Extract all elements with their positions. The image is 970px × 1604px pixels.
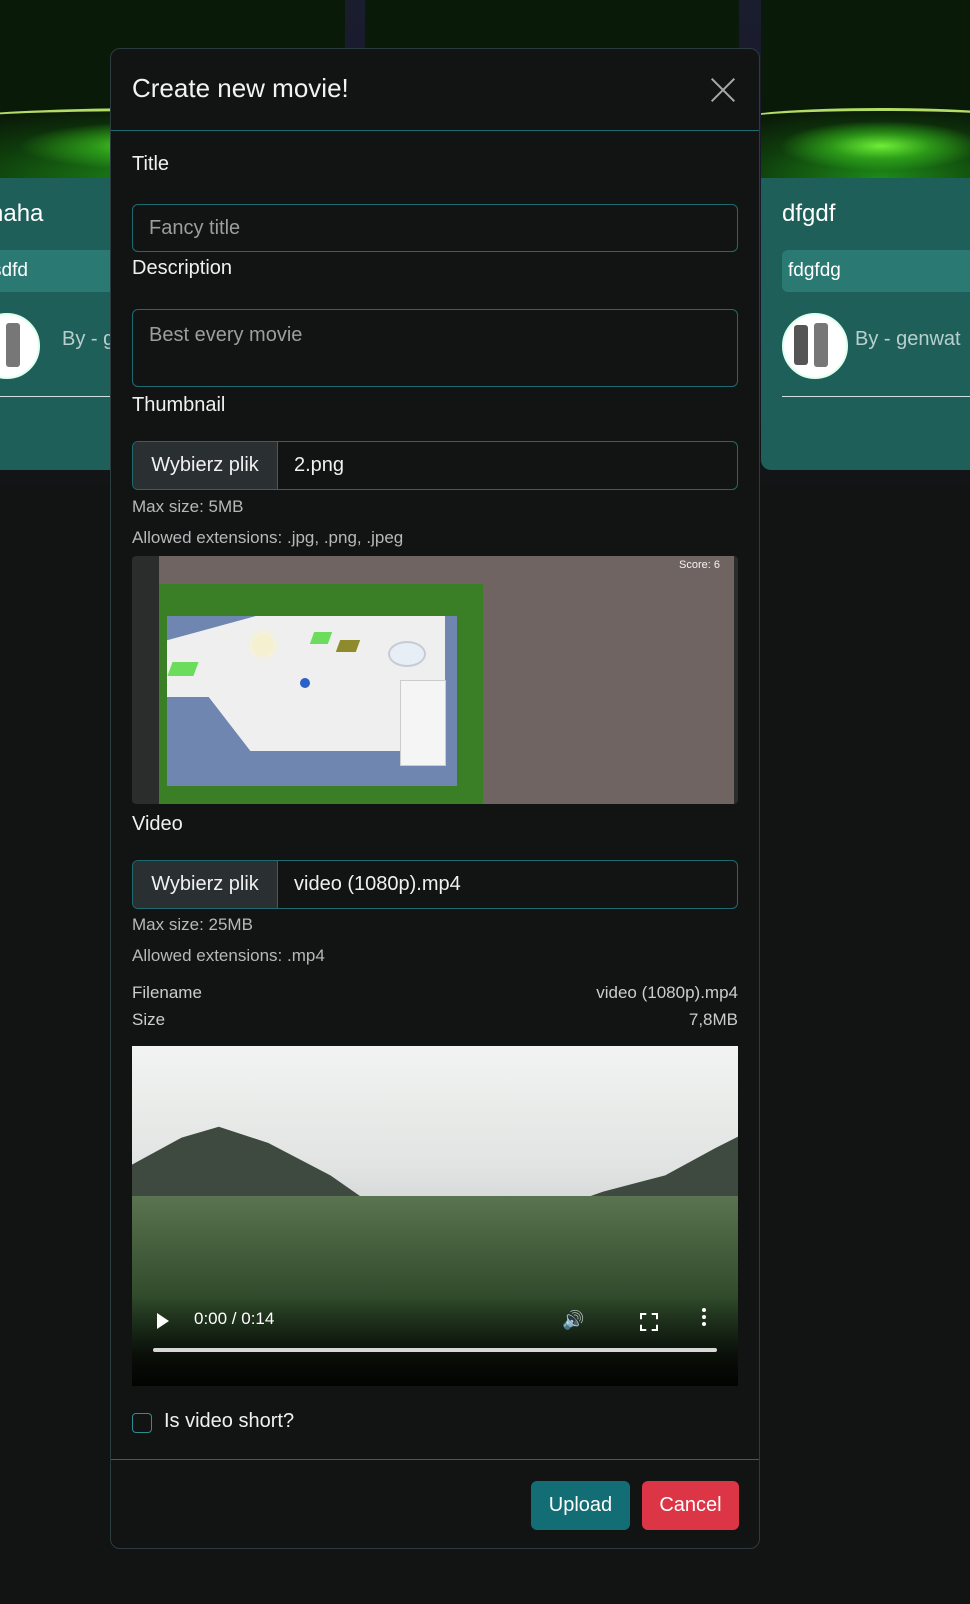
avatar [782, 313, 848, 379]
card-title: haha [0, 200, 44, 227]
thumbnail-choose-button[interactable]: Wybierz plik [133, 442, 278, 489]
title-input[interactable] [132, 204, 738, 252]
video-filename: video (1080p).mp4 [294, 873, 461, 895]
description-label: Description [132, 257, 233, 279]
meta-filename-value: video (1080p).mp4 [596, 983, 738, 1002]
meta-filename-key: Filename [132, 983, 202, 1002]
meta-size-key: Size [132, 1010, 166, 1029]
modal-footer-divider [111, 1459, 759, 1460]
volume-icon[interactable]: 🔊 [562, 1310, 584, 1332]
thumbnail-max-size: Max size: 5MB [132, 497, 244, 516]
card-title: dfgdf [782, 200, 836, 227]
description-input[interactable] [132, 309, 738, 387]
video-meta-filename: Filename video (1080p).mp4 [132, 983, 738, 1005]
create-movie-modal: Create new movie! Title Description Thum… [110, 48, 760, 1549]
thumbnail-filename: 2.png [294, 454, 345, 476]
card-tag: fdgfdg [782, 250, 970, 292]
is-short-label: Is video short? [164, 1410, 295, 1432]
video-player[interactable]: 0:00 / 0:14 🔊 [132, 1046, 738, 1386]
player-icon [300, 678, 310, 688]
close-icon[interactable] [710, 77, 736, 103]
sun-icon [252, 634, 274, 656]
thumbnail-allowed-extensions: Allowed extensions: .jpg, .png, .jpeg [132, 528, 404, 547]
modal-title: Create new movie! [132, 73, 349, 103]
meta-size-value: 7,8MB [688, 1010, 738, 1029]
video-file-input[interactable]: Wybierz plik video (1080p).mp4 [132, 860, 738, 909]
thumbnail-preview: Score: 6 [132, 556, 738, 804]
title-label: Title [132, 153, 170, 175]
modal-header: Create new movie! [111, 49, 759, 131]
card-byline: By - genwat [855, 328, 961, 350]
avatar [0, 313, 40, 379]
video-seek-bar[interactable] [153, 1348, 717, 1352]
orb-icon [388, 641, 426, 667]
video-max-size: Max size: 25MB [132, 915, 253, 934]
more-options-icon[interactable] [702, 1308, 706, 1329]
upload-button[interactable]: Upload [531, 1481, 630, 1530]
video-label: Video [132, 813, 183, 835]
divider [782, 396, 970, 397]
movie-card[interactable]: dfgdf fdgfdg By - genwat [761, 0, 970, 470]
preview-score: Score: 6 [679, 559, 720, 571]
thumbnail-file-input[interactable]: Wybierz plik 2.png [132, 441, 738, 490]
thumbnail-label: Thumbnail [132, 394, 226, 416]
video-meta-size: Size 7,8MB [132, 1010, 738, 1032]
video-choose-button[interactable]: Wybierz plik [133, 861, 278, 908]
video-allowed-extensions: Allowed extensions: .mp4 [132, 946, 325, 965]
cancel-button[interactable]: Cancel [642, 1481, 739, 1530]
video-time: 0:00 / 0:14 [194, 1309, 275, 1328]
is-short-checkbox[interactable] [132, 1413, 152, 1433]
card-byline: By - g [62, 328, 115, 350]
card-cover-image [761, 0, 970, 178]
play-icon[interactable] [157, 1313, 169, 1329]
